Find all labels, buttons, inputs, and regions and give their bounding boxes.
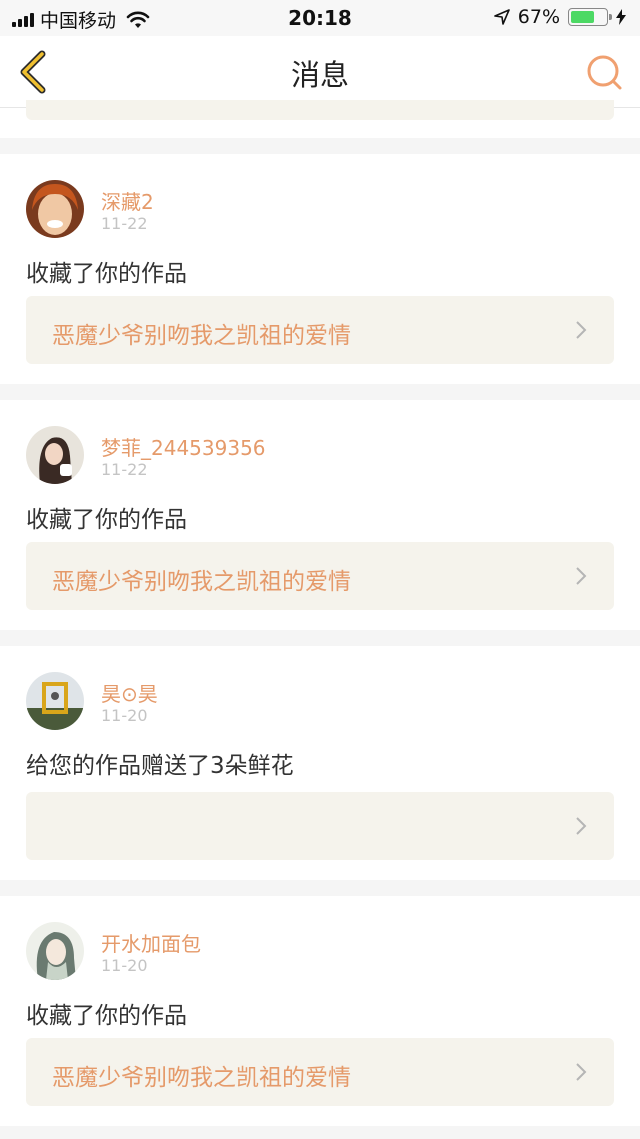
battery-percent: 67% — [517, 6, 560, 28]
username[interactable]: 梦菲_244539356 — [101, 432, 266, 461]
status-bar: 中国移动 20:18 67% — [0, 0, 640, 36]
message-action: 收藏了你的作品 — [26, 1003, 187, 1029]
work-title: 恶魔少爷别吻我之凯祖的爱情 — [52, 323, 351, 349]
username[interactable]: 昊⊙昊 — [101, 678, 158, 707]
work-link[interactable]: 恶魔少爷别吻我之凯祖的爱情 — [26, 1038, 614, 1106]
username[interactable]: 深藏2 — [101, 186, 154, 215]
avatar[interactable] — [26, 180, 84, 238]
message-action: 给您的作品赠送了3朵鲜花 — [26, 753, 294, 779]
chevron-right-icon — [576, 567, 587, 585]
search-icon[interactable] — [584, 52, 624, 92]
message-action: 收藏了你的作品 — [26, 507, 187, 533]
location-icon — [493, 9, 510, 25]
charging-icon — [616, 9, 626, 25]
nav-bar: 消息 — [0, 36, 640, 108]
message-date: 11-22 — [101, 214, 148, 233]
username[interactable]: 开水加面包 — [101, 928, 201, 957]
message-card: 深藏2 11-22 收藏了你的作品 恶魔少爷别吻我之凯祖的爱情 — [0, 154, 640, 384]
avatar[interactable] — [26, 672, 84, 730]
previous-card-remainder — [0, 100, 640, 138]
chevron-right-icon — [576, 817, 587, 835]
battery-icon — [568, 8, 612, 26]
battery-fill — [571, 11, 594, 23]
avatar[interactable] — [26, 922, 84, 980]
avatar[interactable] — [26, 426, 84, 484]
work-title: 恶魔少爷别吻我之凯祖的爱情 — [52, 569, 351, 595]
status-right: 67% — [493, 6, 626, 28]
page-title: 消息 — [290, 58, 349, 92]
message-date: 11-22 — [101, 460, 148, 479]
message-card: 梦菲_244539356 11-22 收藏了你的作品 恶魔少爷别吻我之凯祖的爱情 — [0, 400, 640, 630]
work-link[interactable]: 恶魔少爷别吻我之凯祖的爱情 — [26, 542, 614, 610]
message-card: 开水加面包 11-20 收藏了你的作品 恶魔少爷别吻我之凯祖的爱情 — [0, 896, 640, 1126]
message-date: 11-20 — [101, 706, 148, 725]
chevron-right-icon — [576, 1063, 587, 1081]
work-title: 恶魔少爷别吻我之凯祖的爱情 — [52, 1065, 351, 1091]
work-link[interactable]: 恶魔少爷别吻我之凯祖的爱情 — [26, 296, 614, 364]
chevron-right-icon — [576, 321, 587, 339]
previous-work-box[interactable] — [26, 100, 614, 120]
message-action: 收藏了你的作品 — [26, 261, 187, 287]
work-link[interactable] — [26, 792, 614, 860]
message-date: 11-20 — [101, 956, 148, 975]
message-list: 深藏2 11-22 收藏了你的作品 恶魔少爷别吻我之凯祖的爱情 梦菲_24453… — [0, 100, 640, 1139]
message-card: 昊⊙昊 11-20 给您的作品赠送了3朵鲜花 — [0, 646, 640, 880]
